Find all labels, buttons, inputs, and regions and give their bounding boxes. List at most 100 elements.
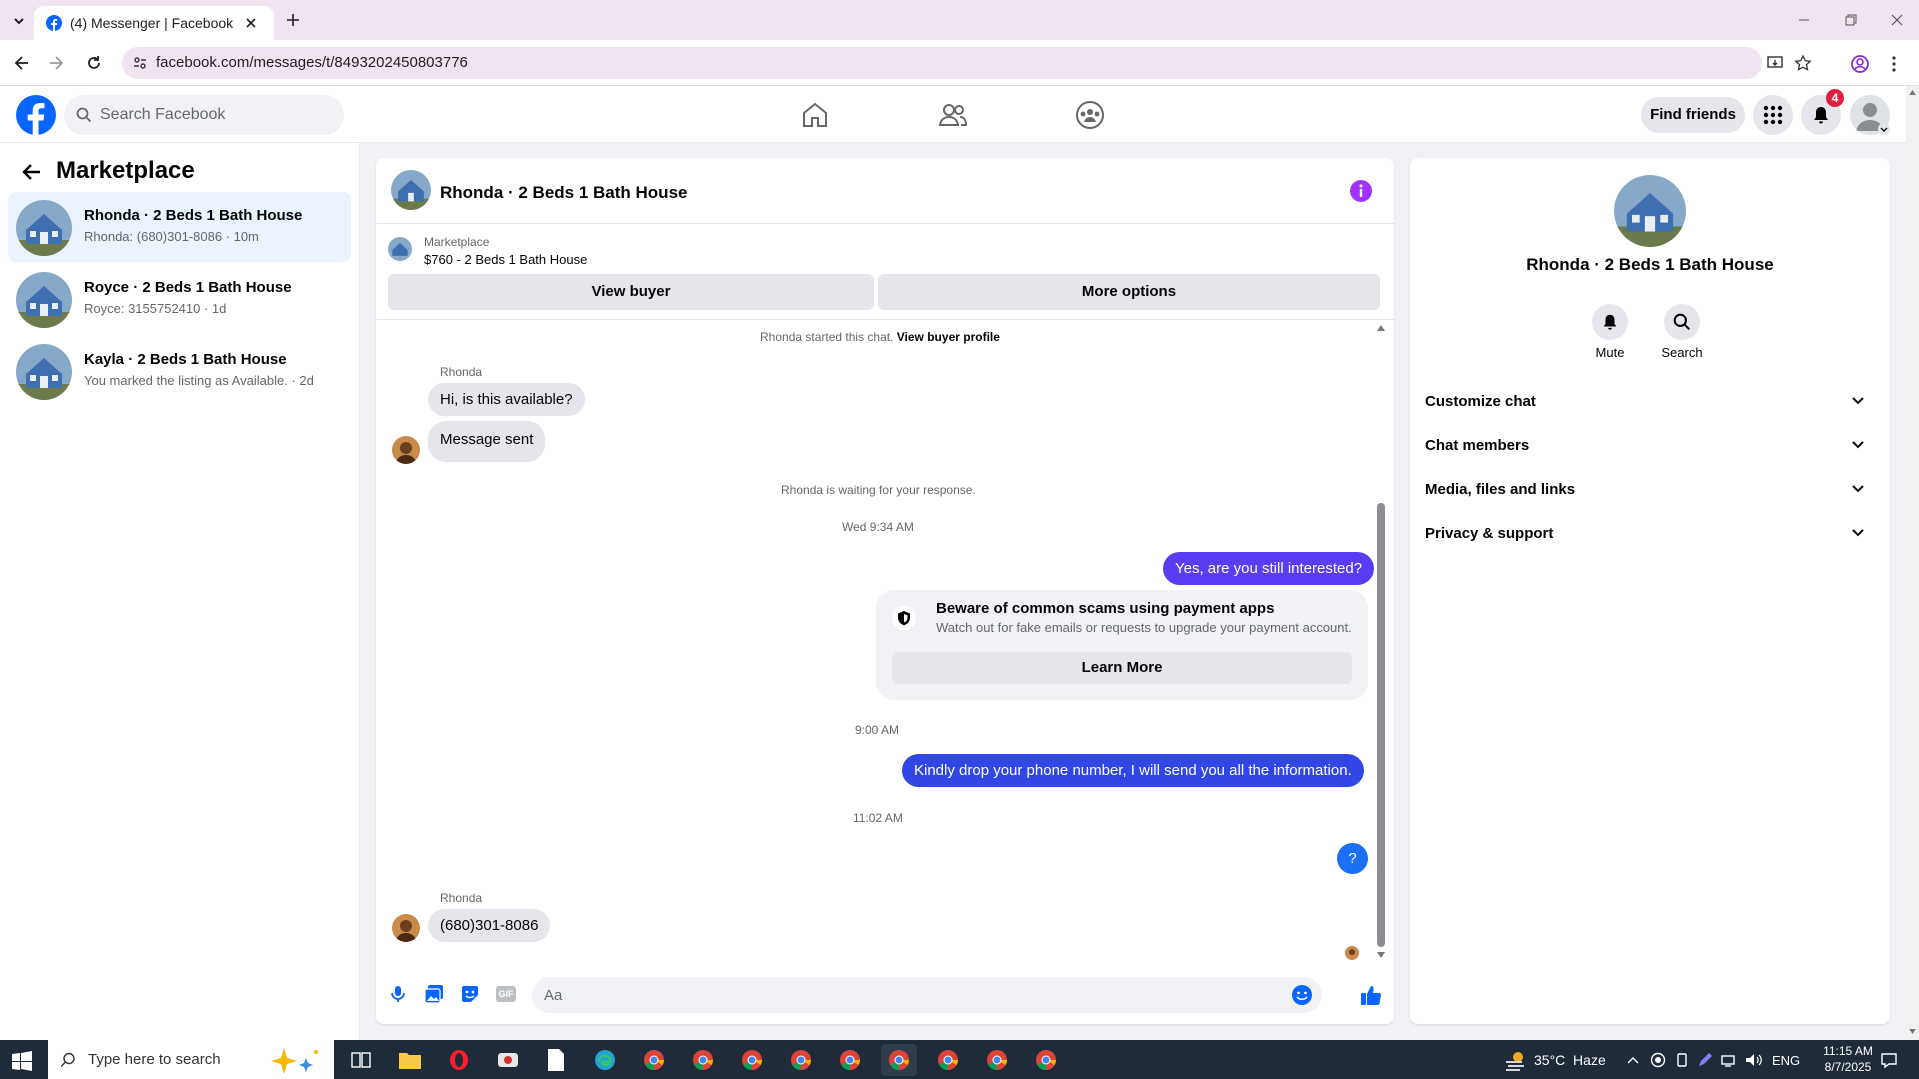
chat-title[interactable]: Rhonda · 2 Beds 1 Bath House	[440, 183, 687, 203]
learn-more-button[interactable]: Learn More	[892, 652, 1352, 684]
waiting-notice: Rhonda is waiting for your response.	[781, 483, 976, 497]
app-icon[interactable]	[490, 1044, 526, 1076]
opera-icon[interactable]	[441, 1044, 477, 1076]
page-scrollbar[interactable]	[1906, 86, 1919, 1040]
chrome-icon[interactable]	[685, 1044, 721, 1076]
scroll-up-arrow-icon[interactable]	[1909, 90, 1916, 95]
chrome-icon[interactable]	[783, 1044, 819, 1076]
chat-avatar[interactable]	[391, 170, 431, 210]
chrome-icon[interactable]	[979, 1044, 1015, 1076]
outgoing-message[interactable]: ?	[1337, 843, 1368, 874]
friends-icon[interactable]	[938, 100, 968, 130]
weather-haze-icon[interactable]	[1504, 1048, 1528, 1072]
facebook-search-input[interactable]: Search Facebook	[64, 95, 344, 135]
reload-icon[interactable]	[84, 53, 104, 73]
chrome-icon[interactable]	[636, 1044, 672, 1076]
search-in-chat-button[interactable]	[1664, 304, 1700, 340]
outgoing-message[interactable]: Kindly drop your phone number, I will se…	[902, 754, 1364, 787]
customize-chat-section[interactable]: Customize chat	[1425, 384, 1875, 420]
privacy-support-section[interactable]: Privacy & support	[1425, 516, 1875, 552]
conversation-snippet: Rhonda: (680)301-8086 · 10m	[84, 229, 259, 244]
new-tab-icon[interactable]	[284, 11, 302, 29]
mute-button[interactable]	[1592, 304, 1628, 340]
photo-icon[interactable]	[424, 984, 444, 1004]
file-icon[interactable]	[538, 1044, 574, 1076]
home-icon[interactable]	[800, 100, 830, 130]
site-info-icon[interactable]	[132, 55, 148, 71]
gif-icon[interactable]: GIF	[496, 986, 516, 1002]
sticker-icon[interactable]	[460, 984, 480, 1004]
edge-icon[interactable]	[587, 1044, 623, 1076]
address-bar[interactable]: facebook.com/messages/t/8493202450803776	[122, 47, 1812, 79]
conversation-item[interactable]: Rhonda · 2 Beds 1 Bath House Rhonda: (68…	[8, 192, 351, 262]
bell-icon	[1603, 314, 1617, 330]
language-indicator[interactable]: ENG	[1772, 1053, 1800, 1068]
forward-arrow-icon[interactable]	[46, 53, 66, 73]
scam-warning-text: Watch out for fake emails or requests to…	[936, 620, 1352, 635]
windows-start-icon[interactable]	[12, 1051, 32, 1071]
tab-list-button[interactable]	[8, 10, 30, 32]
tab-messenger[interactable]: (4) Messenger | Facebook	[34, 6, 274, 40]
pen-icon[interactable]	[1697, 1052, 1713, 1068]
microphone-icon[interactable]	[388, 984, 408, 1004]
listing-price-title[interactable]: $760 - 2 Beds 1 Bath House	[424, 252, 587, 267]
close-tab-icon[interactable]	[244, 16, 258, 30]
device-icon[interactable]	[1674, 1052, 1690, 1068]
profile-icon[interactable]	[1850, 54, 1870, 74]
emoji-icon[interactable]	[1290, 983, 1314, 1007]
chat-scrollbar[interactable]	[1377, 325, 1385, 965]
thumbs-up-icon[interactable]	[1359, 983, 1383, 1007]
chrome-icon-active[interactable]	[881, 1044, 917, 1076]
view-buyer-button[interactable]: View buyer	[388, 274, 874, 310]
close-window-icon[interactable]	[1889, 12, 1905, 28]
restore-icon[interactable]	[1843, 12, 1859, 28]
chat-members-section[interactable]: Chat members	[1425, 428, 1875, 464]
chrome-icon[interactable]	[930, 1044, 966, 1076]
conversation-item[interactable]: Royce · 2 Beds 1 Bath House Royce: 31557…	[8, 264, 351, 334]
scroll-up-arrow-icon[interactable]	[1377, 325, 1385, 331]
notification-badge: 4	[1826, 89, 1844, 107]
listing-thumbnail	[388, 237, 412, 261]
message-input[interactable]: Aa	[532, 977, 1322, 1013]
facebook-favicon-icon	[46, 15, 62, 31]
incoming-message[interactable]: Message sent	[428, 421, 546, 462]
chrome-icon[interactable]	[832, 1044, 868, 1076]
info-avatar[interactable]	[1614, 175, 1686, 247]
groups-icon[interactable]	[1075, 100, 1105, 130]
install-app-icon[interactable]	[1766, 54, 1784, 72]
view-buyer-profile-link[interactable]: View buyer profile	[897, 330, 1000, 344]
file-explorer-icon[interactable]	[392, 1044, 428, 1076]
notification-center-icon[interactable]	[1880, 1051, 1898, 1069]
minimize-icon[interactable]	[1796, 12, 1812, 28]
menu-button[interactable]	[1753, 95, 1793, 135]
sender-avatar[interactable]	[392, 914, 420, 942]
bookmark-star-icon[interactable]	[1794, 54, 1812, 72]
weather-text[interactable]: 35°C Haze	[1534, 1052, 1606, 1068]
taskbar-search-input[interactable]: Type here to search	[48, 1040, 334, 1079]
browser-menu-icon[interactable]	[1890, 54, 1898, 74]
incoming-message[interactable]: Hi, is this available?	[428, 383, 585, 416]
conversation-item[interactable]: Kayla · 2 Beds 1 Bath House You marked t…	[8, 336, 351, 406]
volume-icon[interactable]	[1745, 1052, 1763, 1068]
incoming-message[interactable]: (680)301-8086	[428, 909, 551, 942]
sender-avatar[interactable]	[392, 436, 420, 464]
outgoing-message[interactable]: Yes, are you still interested?	[1163, 552, 1375, 585]
chrome-icon[interactable]	[1028, 1044, 1064, 1076]
clock-date: 8/7/2025	[1824, 1060, 1872, 1074]
network-icon[interactable]	[1721, 1052, 1739, 1068]
record-icon[interactable]	[1650, 1052, 1666, 1068]
more-options-button[interactable]: More options	[878, 274, 1380, 310]
info-icon[interactable]	[1350, 180, 1372, 202]
scrollbar-thumb[interactable]	[1377, 503, 1385, 947]
find-friends-button[interactable]: Find friends	[1641, 97, 1745, 133]
scroll-down-arrow-icon[interactable]	[1909, 1029, 1916, 1034]
task-view-icon[interactable]	[350, 1049, 372, 1071]
clock[interactable]: 11:15 AM 8/7/2025	[1808, 1043, 1888, 1075]
scroll-down-arrow-icon[interactable]	[1377, 952, 1385, 958]
media-files-links-section[interactable]: Media, files and links	[1425, 472, 1875, 508]
facebook-logo-icon[interactable]	[16, 95, 56, 135]
back-arrow-icon[interactable]	[20, 160, 44, 184]
chrome-icon[interactable]	[734, 1044, 770, 1076]
show-hidden-icons-icon[interactable]	[1626, 1053, 1640, 1067]
back-arrow-icon[interactable]	[12, 53, 32, 73]
